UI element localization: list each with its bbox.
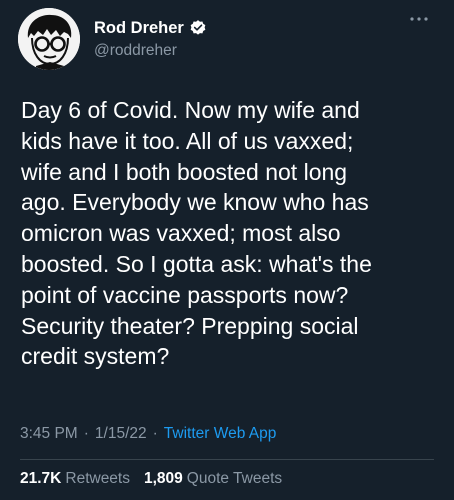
quote-tweets-label: Quote Tweets bbox=[186, 470, 283, 487]
tweet-meta: 3:45 PM · 1/15/22 · Twitter Web App bbox=[20, 425, 276, 443]
author-block: Rod Dreher @roddreher bbox=[94, 17, 207, 62]
avatar[interactable] bbox=[18, 8, 80, 70]
tweet-source-link[interactable]: Twitter Web App bbox=[164, 425, 277, 443]
author-handle[interactable]: @roddreher bbox=[94, 40, 207, 62]
verified-badge-icon bbox=[190, 19, 206, 35]
retweets-label: Retweets bbox=[65, 470, 130, 487]
more-options-icon[interactable] bbox=[408, 14, 430, 24]
avatar-illustration-icon bbox=[18, 8, 80, 70]
tweet-header: Rod Dreher @roddreher bbox=[18, 8, 207, 70]
author-display-name[interactable]: Rod Dreher bbox=[94, 17, 184, 39]
quote-tweets-count: 1,809 bbox=[144, 470, 183, 487]
quote-tweets-stat[interactable]: 1,809 Quote Tweets bbox=[144, 470, 282, 488]
author-name-row: Rod Dreher bbox=[94, 17, 207, 39]
retweets-stat[interactable]: 21.7K Retweets bbox=[20, 470, 130, 488]
meta-separator: · bbox=[152, 425, 158, 442]
tweet-card: Rod Dreher @roddreher Day 6 of Covid. No… bbox=[0, 0, 454, 500]
tweet-time[interactable]: 3:45 PM bbox=[20, 425, 78, 443]
tweet-text: Day 6 of Covid. Now my wife and kids hav… bbox=[21, 97, 372, 370]
meta-separator: · bbox=[83, 425, 89, 442]
tweet-date[interactable]: 1/15/22 bbox=[95, 425, 147, 443]
tweet-stats: 21.7K Retweets 1,809 Quote Tweets bbox=[20, 470, 282, 488]
retweets-count: 21.7K bbox=[20, 470, 62, 487]
divider bbox=[20, 459, 434, 460]
